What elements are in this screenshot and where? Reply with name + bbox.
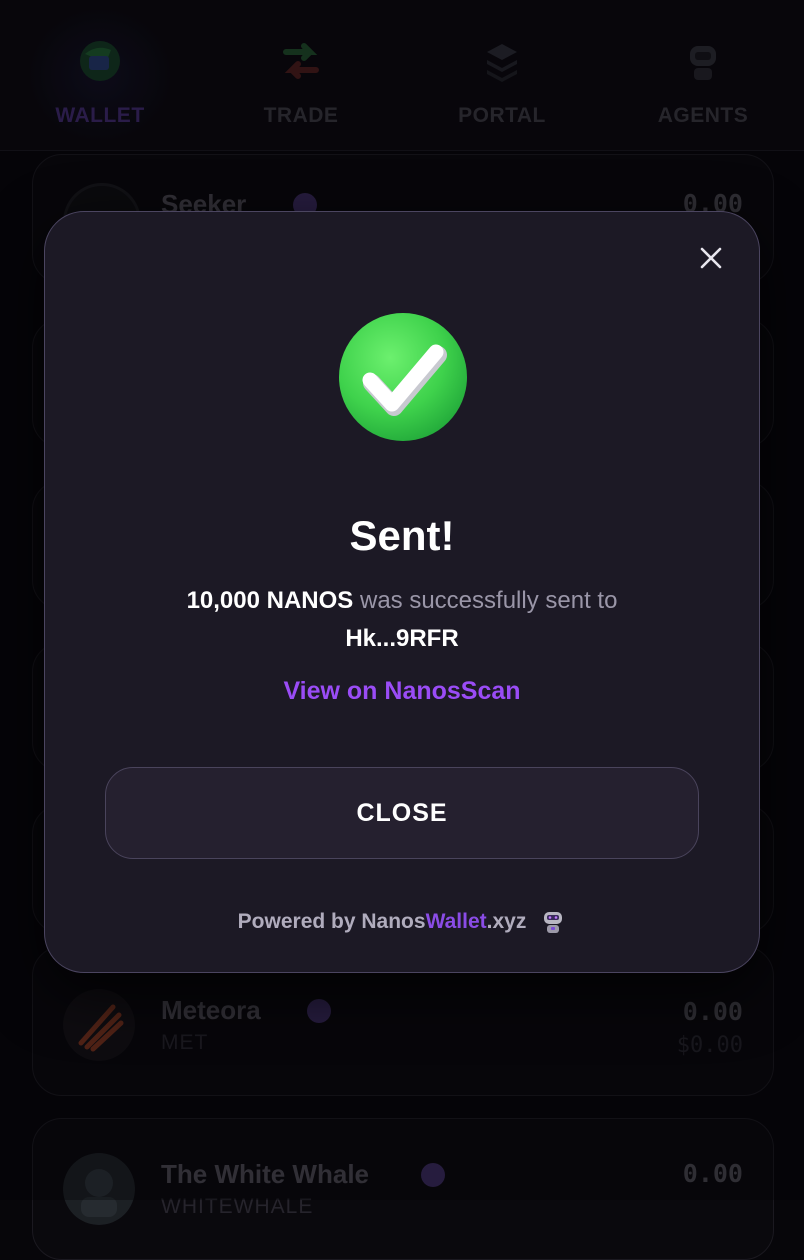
powered-suffix: .xyz (486, 910, 527, 933)
sent-amount: 10,000 NANOS (186, 587, 354, 614)
transaction-sent-modal: Sent! 10,000 NANOS was successfully sent… (44, 211, 760, 973)
success-message: 10,000 NANOS was successfully sent to Hk… (85, 582, 719, 658)
powered-prefix: Powered by Nanos (237, 910, 426, 933)
robot-icon (544, 912, 563, 933)
powered-by-footer: Powered by Nanos Wallet .xyz (45, 909, 759, 935)
powered-accent: Wallet (425, 910, 487, 933)
view-on-explorer-link[interactable]: View on NanosScan (45, 677, 759, 706)
message-text: was successfully sent to (359, 587, 618, 614)
close-icon (700, 247, 722, 269)
close-button[interactable]: CLOSE (105, 767, 699, 859)
modal-title: Sent! (349, 512, 455, 559)
success-check-icon (339, 313, 467, 441)
recipient-address: Hk...9RFR (345, 625, 459, 652)
close-modal-button[interactable] (693, 240, 729, 276)
